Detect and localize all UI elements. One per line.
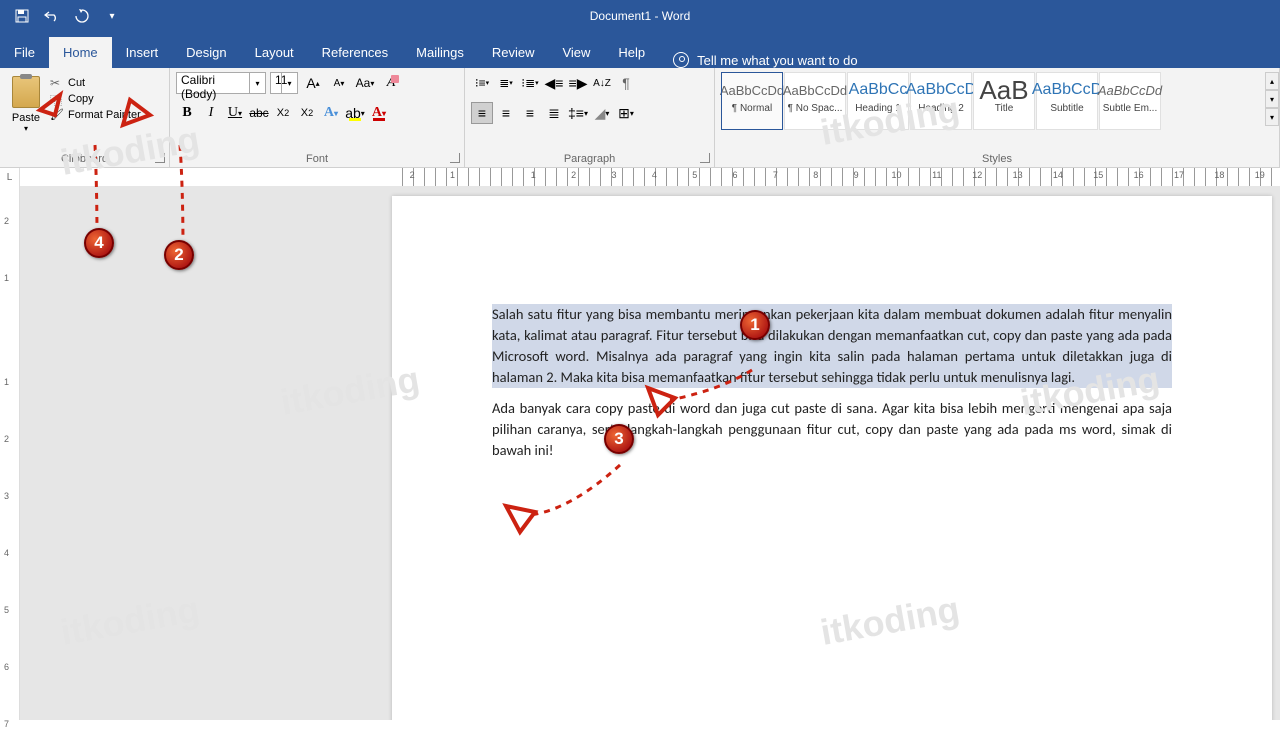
- font-color-button[interactable]: A▾: [368, 102, 390, 124]
- style-item[interactable]: AaBTitle: [973, 72, 1035, 130]
- borders-button[interactable]: [615, 102, 637, 124]
- paste-icon: [12, 76, 40, 108]
- lightbulb-icon: [673, 52, 689, 68]
- ribbon-tabs: File Home Insert Design Layout Reference…: [0, 32, 1280, 68]
- group-clipboard: Paste ▾ Cut Copy Format Painter Clipboar…: [0, 68, 170, 167]
- bold-button[interactable]: B: [176, 102, 198, 124]
- change-case-button[interactable]: [354, 72, 376, 94]
- strike-button[interactable]: abc: [248, 102, 270, 124]
- tab-layout[interactable]: Layout: [241, 37, 308, 68]
- qat-customize-icon[interactable]: ▾: [104, 8, 120, 24]
- paste-button[interactable]: Paste ▾: [6, 72, 46, 149]
- font-name-combo[interactable]: Calibri (Body)▾: [176, 72, 266, 94]
- tab-insert[interactable]: Insert: [112, 37, 173, 68]
- horizontal-ruler[interactable]: 2112345678910111213141516171819: [392, 168, 1280, 186]
- save-icon[interactable]: [14, 8, 30, 24]
- paragraph-1[interactable]: Salah satu fitur yang bisa membantu meri…: [492, 304, 1172, 388]
- shrink-font-button[interactable]: [328, 72, 350, 94]
- line-spacing-button[interactable]: ‡≡▾: [567, 102, 589, 124]
- align-center-button[interactable]: ≡: [495, 102, 517, 124]
- style-item[interactable]: AaBbCcDHeading 2: [910, 72, 972, 130]
- style-item[interactable]: AaBbCcDdSubtle Em...: [1099, 72, 1161, 130]
- align-left-button[interactable]: ≡: [471, 102, 493, 124]
- style-item[interactable]: AaBbCcDd¶ No Spac...: [784, 72, 846, 130]
- paragraph-2[interactable]: Ada banyak cara copy paste di word dan j…: [492, 398, 1172, 461]
- text-effects-button[interactable]: A▾: [320, 102, 342, 124]
- increase-indent-button[interactable]: ≡▶: [567, 72, 589, 94]
- group-font: Calibri (Body)▾ 11▾ B I U▾ abc X2 X2 A▾ …: [170, 68, 465, 167]
- clear-formatting-button[interactable]: [380, 72, 402, 94]
- painter-icon: [50, 108, 64, 122]
- bullets-button[interactable]: ⁝≡: [471, 72, 493, 94]
- styles-up-button[interactable]: ▴: [1265, 72, 1279, 90]
- underline-button[interactable]: U▾: [224, 102, 246, 124]
- paragraph-launcher-icon[interactable]: [700, 153, 710, 163]
- group-styles: AaBbCcDd¶ NormalAaBbCcDd¶ No Spac...AaBb…: [715, 68, 1280, 167]
- undo-icon[interactable]: [44, 8, 60, 24]
- cut-button[interactable]: Cut: [50, 76, 141, 90]
- shading-button[interactable]: [591, 102, 613, 124]
- italic-button[interactable]: I: [200, 102, 222, 124]
- style-item[interactable]: AaBbCcDSubtitle: [1036, 72, 1098, 130]
- window-title: Document1 - Word: [590, 9, 690, 23]
- ruler-area: L 2112345678910111213141516171819: [0, 168, 1280, 186]
- tab-file[interactable]: File: [0, 37, 49, 68]
- subscript-button[interactable]: X2: [272, 102, 294, 124]
- grow-font-button[interactable]: [302, 72, 324, 94]
- tab-home[interactable]: Home: [49, 37, 112, 68]
- page[interactable]: Salah satu fitur yang bisa membantu meri…: [392, 196, 1272, 720]
- font-size-combo[interactable]: 11▾: [270, 72, 298, 94]
- tab-help[interactable]: Help: [604, 37, 659, 68]
- scissors-icon: [50, 76, 64, 90]
- tab-references[interactable]: References: [308, 37, 402, 68]
- superscript-button[interactable]: X2: [296, 102, 318, 124]
- font-launcher-icon[interactable]: [450, 153, 460, 163]
- decrease-indent-button[interactable]: ◀≡: [543, 72, 565, 94]
- style-item[interactable]: AaBbCcHeading 1: [847, 72, 909, 130]
- sort-button[interactable]: [591, 72, 613, 94]
- align-right-button[interactable]: ≡: [519, 102, 541, 124]
- multilevel-list-button[interactable]: ⁝≣: [519, 72, 541, 94]
- numbering-button[interactable]: ≣: [495, 72, 517, 94]
- clipboard-launcher-icon[interactable]: [155, 153, 165, 163]
- tab-review[interactable]: Review: [478, 37, 549, 68]
- tab-design[interactable]: Design: [172, 37, 240, 68]
- justify-button[interactable]: ≣: [543, 102, 565, 124]
- vertical-ruler[interactable]: 211234567: [0, 186, 20, 720]
- quick-access-toolbar: ▾: [0, 8, 120, 24]
- ruler-corner-icon[interactable]: L: [0, 168, 20, 186]
- chevron-down-icon: ▾: [281, 73, 297, 93]
- style-item[interactable]: AaBbCcDd¶ Normal: [721, 72, 783, 130]
- tell-me-placeholder: Tell me what you want to do: [697, 53, 857, 68]
- styles-down-button[interactable]: ▾: [1265, 90, 1279, 108]
- title-bar: ▾ Document1 - Word: [0, 0, 1280, 32]
- chevron-down-icon: ▾: [249, 73, 265, 93]
- document-area: 211234567 Salah satu fitur yang bisa mem…: [0, 186, 1280, 720]
- paste-label: Paste: [6, 112, 46, 124]
- copy-button[interactable]: Copy: [50, 92, 141, 106]
- styles-gallery: AaBbCcDd¶ NormalAaBbCcDd¶ No Spac...AaBb…: [721, 72, 1161, 149]
- group-paragraph: ⁝≡ ≣ ⁝≣ ◀≡ ≡▶ ¶ ≡ ≡ ≡ ≣ ‡≡▾ Paragraph: [465, 68, 715, 167]
- show-hide-button[interactable]: ¶: [615, 72, 637, 94]
- tab-view[interactable]: View: [548, 37, 604, 68]
- tell-me-search[interactable]: Tell me what you want to do: [673, 52, 857, 68]
- copy-icon: [50, 92, 64, 106]
- styles-more-button[interactable]: ▾: [1265, 108, 1279, 126]
- ribbon: Paste ▾ Cut Copy Format Painter Clipboar…: [0, 68, 1280, 168]
- highlight-button[interactable]: ab▾: [344, 102, 366, 124]
- redo-icon[interactable]: [74, 8, 90, 24]
- format-painter-button[interactable]: Format Painter: [50, 108, 141, 122]
- tab-mailings[interactable]: Mailings: [402, 37, 478, 68]
